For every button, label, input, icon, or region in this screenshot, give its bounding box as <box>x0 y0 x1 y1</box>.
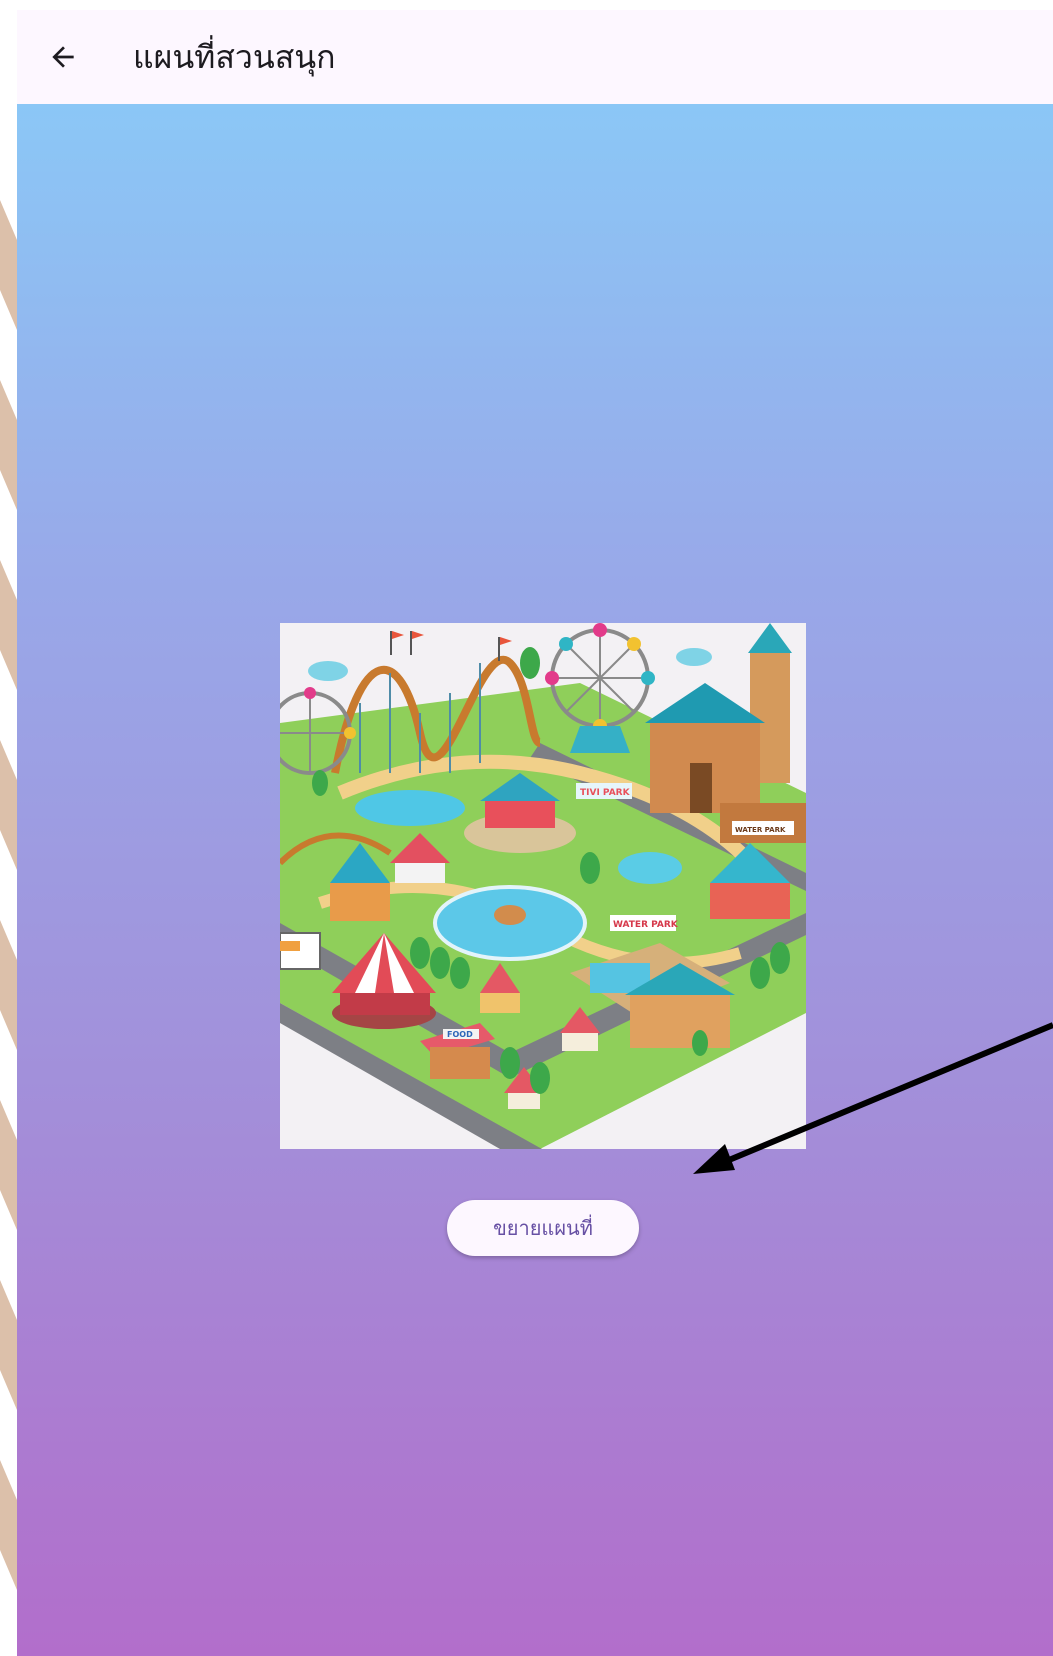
arrow-back-icon <box>52 46 74 68</box>
map-sign-food: FOOD <box>447 1030 473 1039</box>
page-title: แผนที่สวนสนุก <box>133 37 336 76</box>
left-decorative-strip <box>0 0 17 1656</box>
app-bar: แผนที่สวนสนุก <box>17 10 1053 104</box>
park-map-illustration: TIVI PARK WATER PARK WATER PARK FOOD <box>280 623 806 1149</box>
app-screen: แผนที่สวนสนุก TIVI PARK WATER PARK WATER… <box>17 10 1053 1656</box>
map-sign-water-park: WATER PARK <box>613 920 679 930</box>
expand-map-button[interactable]: ขยายแผนที่ <box>447 1200 639 1256</box>
map-sign-water-park-side: WATER PARK <box>735 826 786 834</box>
map-sign-park: TIVI PARK <box>580 788 631 798</box>
back-button[interactable] <box>35 29 91 85</box>
map-content-area: TIVI PARK WATER PARK WATER PARK FOOD ขยา… <box>17 104 1053 1656</box>
park-map-image[interactable]: TIVI PARK WATER PARK WATER PARK FOOD <box>280 623 806 1149</box>
